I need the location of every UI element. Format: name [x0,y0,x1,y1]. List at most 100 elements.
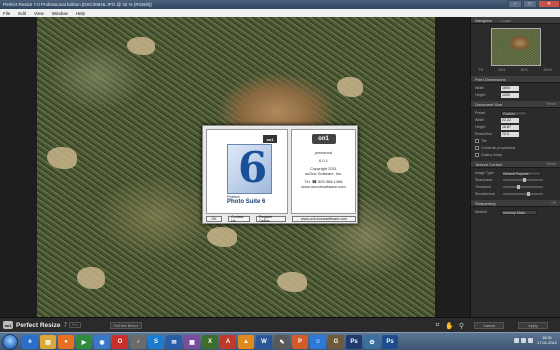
doc-width-label: Width [475,118,485,122]
sharpness-slider[interactable] [503,178,543,182]
pixel-height-field[interactable]: 1200 [501,92,519,98]
texture-reset[interactable]: Reset [547,162,556,166]
fix-hide-before-button[interactable]: Fix/Hide Before [110,322,142,329]
gallery-wrap-label: Gallery Wrap [481,153,502,157]
maximize-button[interactable]: □ [523,0,537,8]
website-button[interactable]: www.on1ononesoftware.com [292,216,356,222]
sharpening-header[interactable]: Sharpening Off [471,200,560,207]
menu-view[interactable]: View [34,11,44,16]
constrain-checkbox[interactable] [475,146,479,150]
zoom-50[interactable]: 50% [521,68,528,72]
preset-select[interactable]: Custom [501,110,527,116]
pixel-height-label: Height [475,93,486,97]
cancel-button[interactable]: Cancel [474,322,504,329]
box-title: Photo Suite 6 [227,199,266,205]
crop-tool-icon[interactable]: ⌗ [433,321,442,330]
windows-taskbar: e ▤ ● ▶ ◉ O ♪ S ✉ ▦ X A ▲ W ✎ P ☺ G Ps ✿… [0,332,560,350]
menu-window[interactable]: Window [52,11,68,16]
tile-checkbox[interactable] [475,139,479,143]
paint-icon[interactable]: ✿ [364,335,380,349]
itunes-icon[interactable]: ♪ [130,335,146,349]
right-panel: Navigator Loupe Fit 25% 50% 100% Pixel Di… [470,17,560,317]
skype-icon[interactable]: S [148,335,164,349]
register-online-button[interactable]: Register Online... [256,215,286,223]
sharpening-off[interactable]: Off [551,201,556,205]
word-icon[interactable]: W [256,335,272,349]
zoom-tool-icon[interactable]: ⚲ [457,321,466,330]
app-version: 7 [63,321,68,329]
resolution-label: Resolution [475,132,492,136]
powerpoint-icon[interactable]: P [292,335,308,349]
document-size-header[interactable]: Document Size Reset [471,101,560,108]
smoothness-slider[interactable] [503,192,543,196]
media-player-icon[interactable]: ▶ [76,335,92,349]
photoshop-icon[interactable]: Ps [346,335,362,349]
flag-icon[interactable] [527,337,533,343]
volume-icon[interactable] [520,337,526,343]
ie-icon[interactable]: e [22,335,38,349]
leaf-shape [277,272,307,292]
minimize-button[interactable]: – [508,0,522,8]
contact-us-button[interactable]: Contact Us [228,215,250,223]
texture-control-header[interactable]: Texture Control Reset [471,161,560,168]
navigator-thumbnail[interactable] [490,28,541,66]
box-six-graphic: 6 [227,143,272,194]
msn-icon[interactable]: ☺ [310,335,326,349]
method-select[interactable]: Unsharp Mask [501,209,537,215]
threshold-slider[interactable] [503,185,543,189]
close-button[interactable]: ✕ [538,0,560,8]
chrome-icon[interactable]: ◉ [94,335,110,349]
excel-icon[interactable]: X [202,335,218,349]
document-size-reset[interactable]: Reset [547,102,556,106]
navigator-header[interactable]: Navigator Loupe [471,17,560,24]
image-type-select[interactable]: General Purpose [501,170,541,176]
firefox-icon[interactable]: ● [58,335,74,349]
resolution-field[interactable]: 72.0 [501,131,519,137]
pixel-width-field[interactable]: 1600 [501,85,519,91]
doc-width-field[interactable]: 22.22 [501,117,519,123]
sharpness-label: Sharpness [475,178,493,182]
company-text: onOne Software, Inc. [304,171,343,176]
pixel-dimensions-header[interactable]: Pixel Dimensions [471,76,560,83]
zoom-fit[interactable]: Fit [479,68,483,72]
doc-height-field[interactable]: 16.67 [501,124,519,130]
outlook-icon[interactable]: ✉ [166,335,182,349]
hand-tool-icon[interactable]: ✋ [445,321,454,330]
bottom-toolbar: on1 Perfect Resize 7 Pro Fix/Hide Before… [0,317,560,332]
calendar-icon[interactable]: ▦ [184,335,200,349]
threshold-label: Threshold [475,185,491,189]
brand-logo: on1 [311,134,336,144]
leaf-shape [77,267,105,289]
smoothness-label: Smoothness [475,192,495,196]
about-info: on1 pinewood 6.0.1 Copyright 2011 onOne … [291,129,356,214]
notepad-icon[interactable]: ✎ [274,335,290,349]
zoom-100[interactable]: 100% [543,68,552,72]
menu-help[interactable]: Help [76,11,85,16]
acrobat-icon[interactable]: A [220,335,236,349]
gimp-icon[interactable]: G [328,335,344,349]
clock[interactable]: 16:31 17.01.2012 [537,335,557,345]
menu-file[interactable]: File [3,11,10,16]
product-box-image: on1 6 Perfect Photo Suite 6 [206,129,288,214]
start-button[interactable] [2,334,18,350]
zoom-25[interactable]: 25% [498,68,505,72]
tab-loupe[interactable]: Loupe [500,18,511,23]
method-label: Method [475,210,487,214]
about-dialog: on1 6 Perfect Photo Suite 6 on1 pinewood… [202,125,358,224]
leaf-shape [47,147,77,169]
explorer-icon[interactable]: ▤ [40,335,56,349]
gallery-wrap-checkbox[interactable] [475,153,479,157]
vlc-icon[interactable]: ▲ [238,335,254,349]
network-icon[interactable] [513,337,519,343]
apply-button[interactable]: Apply [518,322,548,329]
app-name: Perfect Resize [16,321,61,329]
ps-icon[interactable]: Ps [382,335,398,349]
menu-edit[interactable]: Edit [18,11,26,16]
preset-label: Preset [475,111,486,115]
doc-height-label: Height [475,125,486,129]
zoom-levels: Fit 25% 50% 100% [471,68,560,72]
image-type-label: Image Type [475,171,494,175]
opera-icon[interactable]: O [112,335,128,349]
pixel-width-label: Width [475,86,485,90]
ok-button[interactable]: OK [206,216,222,222]
